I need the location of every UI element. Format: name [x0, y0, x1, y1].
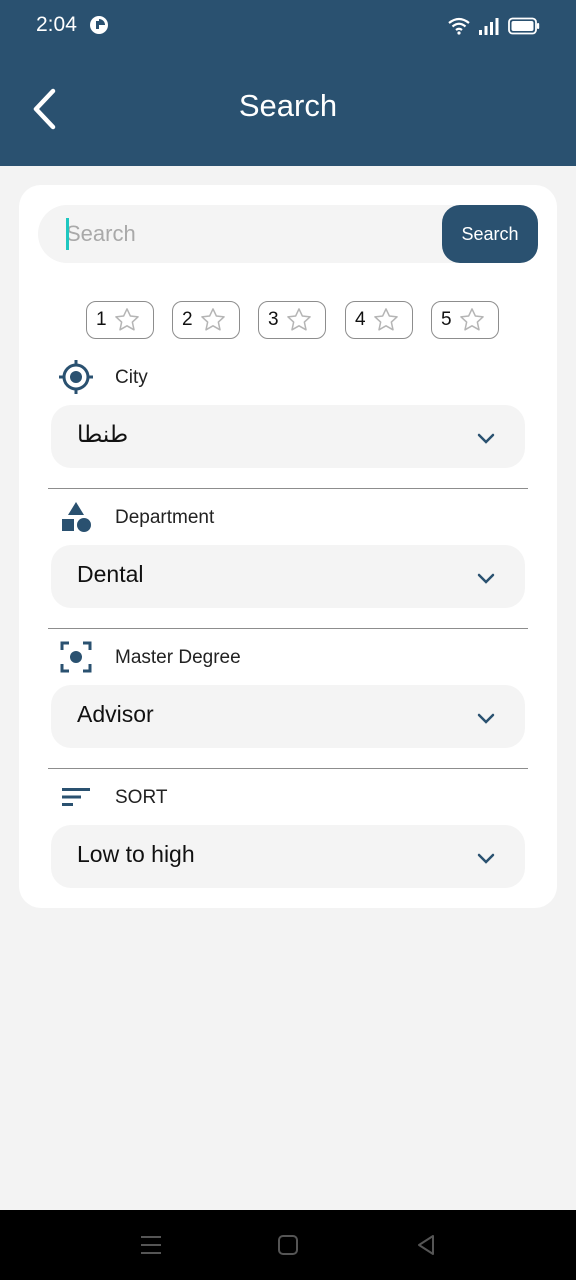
sort-icon [62, 788, 90, 806]
rating-number: 3 [268, 309, 279, 330]
sort-value: Low to high [77, 841, 195, 867]
city-value: طنطا [77, 421, 129, 447]
wifi-icon [448, 17, 470, 35]
shapes-icon [62, 502, 91, 532]
rating-number: 2 [182, 309, 193, 330]
city-dropdown[interactable]: طنطا [51, 405, 525, 468]
degree-value: Advisor [77, 701, 154, 727]
chevron-down-icon [477, 853, 495, 864]
star-outline-icon [114, 308, 139, 331]
rating-chip-3[interactable]: 3 [258, 301, 326, 339]
menu-icon[interactable] [138, 1232, 164, 1258]
star-outline-icon [373, 308, 398, 331]
department-label: Department [115, 507, 215, 528]
status-bar: 2:04 [0, 0, 576, 52]
location-target-icon [59, 360, 93, 394]
app-notification-icon [90, 16, 108, 34]
sort-dropdown[interactable]: Low to high [51, 825, 525, 888]
battery-icon [508, 17, 540, 35]
signal-icon [479, 18, 499, 35]
star-outline-icon [459, 308, 484, 331]
status-icons [448, 14, 540, 38]
search-bar: Search [38, 205, 538, 263]
star-outline-icon [286, 308, 311, 331]
search-button[interactable]: Search [442, 205, 538, 263]
rating-number: 1 [96, 309, 107, 330]
chevron-down-icon [477, 433, 495, 444]
sort-label: SORT [115, 787, 168, 808]
page-title: Search [238, 88, 338, 123]
rating-number: 4 [355, 309, 366, 330]
chevron-down-icon [477, 573, 495, 584]
degree-dropdown[interactable]: Advisor [51, 685, 525, 748]
rating-chip-5[interactable]: 5 [431, 301, 499, 339]
degree-label: Master Degree [115, 647, 241, 668]
department-value: Dental [77, 561, 144, 587]
text-caret [66, 218, 69, 250]
star-outline-icon [200, 308, 225, 331]
chevron-down-icon [477, 713, 495, 724]
divider [48, 768, 528, 769]
status-time: 2:04 [36, 13, 77, 36]
app-header: 2:04 Search [0, 0, 576, 166]
rating-filter: 1 2 3 4 5 [86, 301, 506, 339]
focus-icon [60, 641, 92, 673]
city-label: City [115, 367, 148, 388]
rating-chip-4[interactable]: 4 [345, 301, 413, 339]
rating-number: 5 [441, 309, 452, 330]
search-input[interactable] [66, 217, 426, 251]
rating-chip-1[interactable]: 1 [86, 301, 154, 339]
back-nav-icon[interactable] [413, 1232, 439, 1258]
home-icon[interactable] [275, 1232, 301, 1258]
divider [48, 628, 528, 629]
rating-chip-2[interactable]: 2 [172, 301, 240, 339]
divider [48, 488, 528, 489]
system-nav-bar [0, 1210, 576, 1280]
department-dropdown[interactable]: Dental [51, 545, 525, 608]
search-filter-card: Search 1 2 3 4 5 [19, 185, 557, 908]
